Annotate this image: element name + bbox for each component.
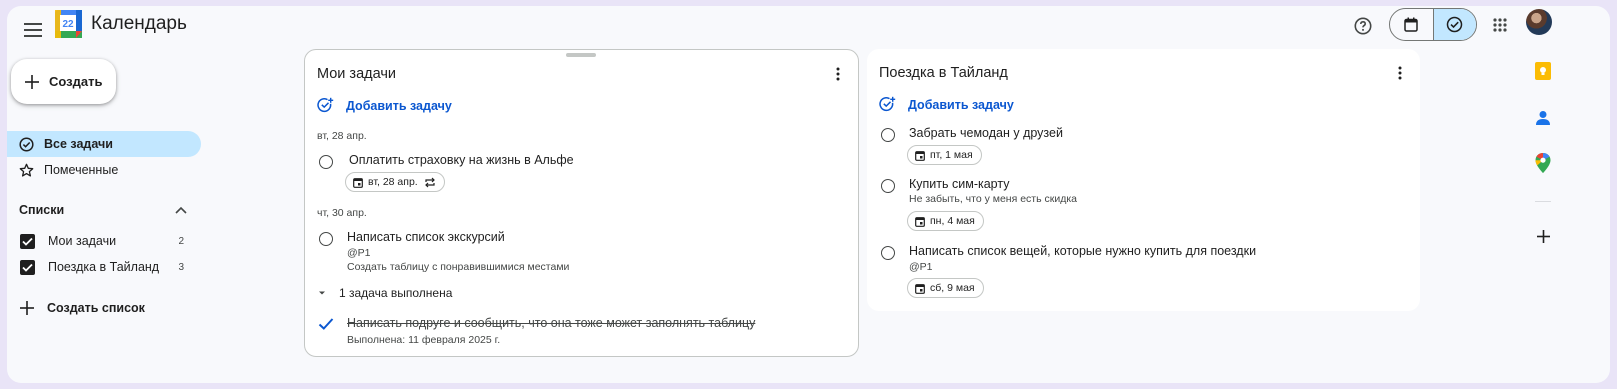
- task-complete-checkbox[interactable]: [881, 128, 895, 142]
- calendar-view-button[interactable]: [1390, 9, 1433, 40]
- task-complete-checkbox[interactable]: [319, 155, 333, 169]
- menu-icon[interactable]: [17, 14, 49, 46]
- due-date-chip[interactable]: сб, 9 мая: [907, 278, 984, 298]
- task-list-panel-thailand-trip: Поездка в Тайланд Добавить задачу Забрат…: [867, 49, 1420, 311]
- task-complete-checkbox[interactable]: [319, 232, 333, 246]
- drag-handle[interactable]: [566, 53, 596, 57]
- calendar-icon: [353, 177, 363, 188]
- task-title[interactable]: Забрать чемодан у друзей: [909, 126, 1063, 140]
- create-button-label: Создать: [49, 74, 103, 89]
- completed-count-label: 1 задача выполнена: [339, 286, 453, 300]
- nav-all-tasks-label: Все задачи: [44, 137, 113, 151]
- checkmark-icon: [318, 318, 334, 330]
- calendar-icon: [1404, 17, 1419, 32]
- task-complete-checkbox[interactable]: [881, 246, 895, 260]
- task-completed-date: Выполнена: 11 февраля 2025 г.: [347, 334, 501, 346]
- due-date-text: пн, 4 мая: [930, 215, 975, 227]
- due-date-chip[interactable]: вт, 28 апр.: [345, 172, 445, 192]
- nav-starred[interactable]: Помеченные: [7, 157, 201, 183]
- checkbox-checked[interactable]: [20, 259, 35, 275]
- lists-heading: Списки: [19, 203, 65, 217]
- repeat-icon: [424, 177, 435, 187]
- due-date-chip[interactable]: пн, 4 мая: [907, 211, 984, 231]
- keep-icon[interactable]: [1532, 60, 1554, 82]
- apps-grid-icon[interactable]: [1487, 12, 1513, 38]
- avatar[interactable]: [1526, 9, 1552, 35]
- task-description: Создать таблицу с понравившимися местами: [347, 261, 570, 273]
- add-task-button[interactable]: Добавить задачу: [879, 96, 1014, 113]
- lists-section-header[interactable]: Списки: [19, 200, 187, 220]
- checkbox-checked[interactable]: [20, 233, 35, 249]
- list-label: Поездка в Тайланд: [48, 260, 160, 274]
- task-description: Не забыть, что у меня есть скидка: [909, 193, 1077, 205]
- more-vert-icon[interactable]: [1390, 63, 1410, 83]
- add-task-button[interactable]: Добавить задачу: [317, 97, 452, 114]
- task-title[interactable]: Написать список вещей, которые нужно куп…: [909, 244, 1256, 258]
- due-date-text: пт, 1 мая: [930, 149, 973, 161]
- create-list-label: Создать список: [47, 301, 145, 315]
- task-title[interactable]: Оплатить страховку на жизнь в Альфе: [349, 153, 574, 167]
- task-assignee: @P1: [347, 247, 371, 259]
- due-date-text: сб, 9 мая: [930, 282, 975, 294]
- due-date-text: вт, 28 апр.: [368, 176, 418, 188]
- create-button[interactable]: Создать: [11, 59, 116, 104]
- nav-starred-label: Помеченные: [44, 163, 119, 177]
- star-icon: [19, 163, 34, 177]
- panel-title: Поездка в Тайланд: [879, 65, 1008, 81]
- add-task-label: Добавить задачу: [908, 97, 1014, 112]
- task-title-done[interactable]: Написать подруге и сообщить, что она тож…: [347, 316, 755, 330]
- contacts-icon[interactable]: [1532, 107, 1554, 129]
- add-task-icon: [879, 96, 896, 112]
- list-count: 2: [178, 235, 184, 247]
- app-window: 22 Календарь Создать Все задачи Помеченн…: [7, 6, 1610, 383]
- check-circle-icon: [19, 136, 34, 152]
- completed-section-toggle[interactable]: 1 задача выполнена: [317, 286, 452, 300]
- calendar-icon: [915, 150, 925, 161]
- app-title: Календарь: [91, 13, 187, 34]
- task-list-panel-my-tasks: Мои задачи Добавить задачу вт, 28 апр. О…: [304, 49, 859, 357]
- task-assignee: @P1: [909, 261, 933, 273]
- nav-all-tasks[interactable]: Все задачи: [7, 131, 201, 157]
- list-item-thailand-trip[interactable]: Поездка в Тайланд 3: [20, 257, 184, 277]
- calendar-icon: [915, 216, 925, 227]
- calendar-logo-icon: 22: [55, 10, 82, 38]
- list-count: 3: [178, 261, 184, 273]
- due-date-chip[interactable]: пт, 1 мая: [907, 145, 982, 165]
- tasks-view-button[interactable]: [1432, 9, 1476, 40]
- panel-title: Мои задачи: [317, 66, 397, 82]
- calendar-icon: [915, 283, 925, 294]
- more-vert-icon[interactable]: [828, 64, 848, 84]
- plus-icon: [20, 301, 34, 315]
- add-icon[interactable]: [1532, 225, 1554, 247]
- caret-down-icon: [319, 291, 325, 295]
- tasks-icon: [1447, 16, 1463, 33]
- chevron-up-icon: [175, 206, 187, 214]
- plus-icon: [25, 74, 39, 89]
- add-task-icon: [317, 97, 334, 113]
- group-date: вт, 28 апр.: [317, 130, 367, 142]
- task-complete-checkbox[interactable]: [881, 179, 895, 193]
- create-list-button[interactable]: Создать список: [20, 298, 145, 318]
- help-icon[interactable]: [1349, 12, 1377, 40]
- list-item-my-tasks[interactable]: Мои задачи 2: [20, 231, 184, 251]
- task-title[interactable]: Написать список экскурсий: [347, 230, 505, 244]
- group-date: чт, 30 апр.: [317, 207, 367, 219]
- view-toggle: [1389, 8, 1477, 41]
- svg-text:22: 22: [62, 19, 74, 30]
- rail-divider: [1535, 201, 1551, 202]
- list-label: Мои задачи: [48, 234, 117, 248]
- maps-icon[interactable]: [1532, 152, 1554, 174]
- task-title[interactable]: Купить сим-карту: [909, 177, 1009, 191]
- add-task-label: Добавить задачу: [346, 98, 452, 113]
